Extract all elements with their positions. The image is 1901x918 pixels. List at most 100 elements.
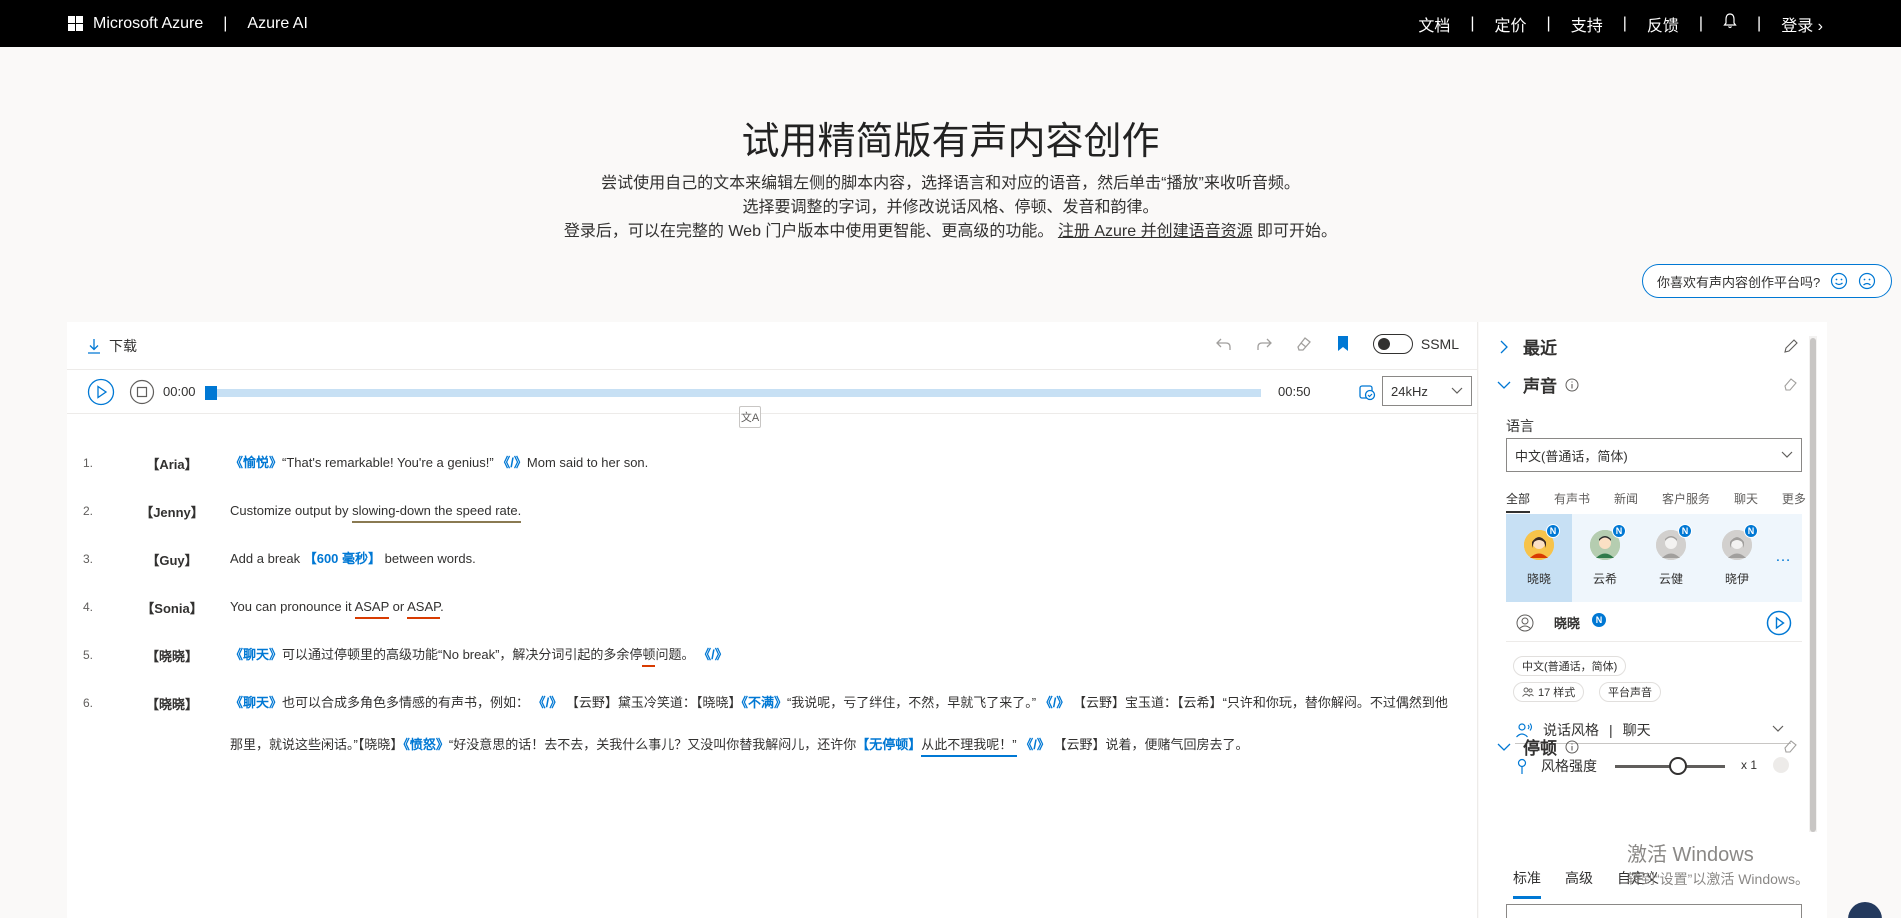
play-icon[interactable] [87,378,115,406]
nav-separator: | [1470,14,1475,32]
speaker-tag[interactable]: 【云野】 [566,695,618,710]
nav-docs[interactable]: 文档 [1412,12,1456,36]
tab-standard[interactable]: 标准 [1513,868,1541,899]
confirm-icon[interactable] [1773,757,1789,773]
voice-card[interactable]: N 云希 [1572,514,1638,602]
pronunciation-marked-text[interactable]: ASAP [407,599,441,619]
undo-icon[interactable] [1215,335,1233,353]
line-speaker[interactable]: 【Aria】 [127,454,217,473]
more-voices-button[interactable]: … [1775,548,1792,566]
tab-customer-service[interactable]: 客户服务 [1662,490,1710,513]
nav-support[interactable]: 支持 [1565,12,1609,36]
line-text[interactable]: Add a break 【600 毫秒】 between words. [230,538,1460,580]
pause-section-header[interactable]: 停顿 [1497,734,1579,759]
styles-chip[interactable]: 17 样式 [1513,682,1585,702]
line-number: 2. [83,504,94,518]
line-speaker[interactable]: 【Guy】 [127,550,217,569]
line-text[interactable]: 《聊天》可以通过停顿里的高级功能“No break”，解决分词引起的多余停顿问题… [230,634,1460,676]
feedback-question: 你喜欢有声内容创作平台吗? [1657,274,1821,290]
end-tag[interactable]: 《/》 [1040,695,1070,710]
tab-chat[interactable]: 聊天 [1734,490,1758,513]
avatar: N [1524,524,1560,560]
translate-icon[interactable]: 文A [739,406,761,428]
page-description: 尝试使用自己的文本来编辑左侧的脚本内容，选择语言和对应的语音，然后单击“播放”来… [0,172,1901,244]
register-azure-link[interactable]: 注册 Azure 并创建语音资源 [1058,223,1253,240]
speaker-tag[interactable]: 【晓晓】 [358,737,404,752]
speaker-tag[interactable]: 【云野】 [1053,737,1105,752]
login-link[interactable]: 登录 › [1775,12,1829,36]
line-speaker[interactable]: 【Jenny】 [127,502,217,521]
description-line-3: 登录后，可以在完整的 Web 门户版本中使用更智能、更高级的功能。 注册 Azu… [0,220,1901,244]
new-badge: N [1546,524,1560,538]
stop-icon[interactable] [129,379,155,405]
strength-slider-handle[interactable] [1669,757,1687,775]
info-icon[interactable] [1565,378,1579,392]
smile-icon[interactable] [1830,272,1848,290]
tab-audiobook[interactable]: 有声书 [1554,490,1590,513]
end-tag[interactable]: 《/》 [698,647,728,662]
end-tag[interactable]: 《/》 [533,695,563,710]
line-text[interactable]: You can pronounce it ASAP or ASAP. [230,586,1460,628]
line-speaker[interactable]: 【晓晓】 [127,694,217,713]
no-break-tag[interactable]: 【无停顿】 [856,737,921,752]
text-segment: Add a break [230,551,304,566]
speaker-tag[interactable]: 【云希】 [1177,695,1223,710]
play-icon[interactable] [1766,610,1792,636]
ssml-toggle[interactable] [1372,334,1413,354]
style-tag[interactable]: 《愉悦》 [230,455,282,470]
break-tag[interactable]: 【600 毫秒】 [304,551,381,566]
line-text[interactable]: 《聊天》也可以合成多角色多情感的有声书，例如： 《/》 【云野】黛玉冷笑道：【晓… [230,682,1460,766]
pause-input[interactable] [1506,904,1802,918]
line-speaker[interactable]: 【晓晓】 [127,646,217,665]
pencil-icon[interactable] [1783,338,1799,354]
panel-scrollbar-thumb[interactable] [1810,338,1816,832]
tab-more[interactable]: 更多 [1782,490,1806,513]
voice-section-header[interactable]: 声音 [1497,372,1579,397]
tab-news[interactable]: 新闻 [1614,490,1638,513]
language-select[interactable]: 中文(普通话，简体) [1506,438,1802,472]
tab-all[interactable]: 全部 [1506,490,1531,513]
eraser-icon[interactable] [1295,335,1313,353]
style-tag[interactable]: 《不满》 [741,695,787,710]
recent-title: 最近 [1523,339,1557,358]
chat-assistant-button[interactable] [1848,902,1882,918]
redo-icon[interactable] [1255,335,1273,353]
language-value: 中文(普通话，简体) [1515,448,1628,464]
end-tag[interactable]: 《/》 [1020,737,1050,752]
recent-section-header[interactable]: 最近 [1497,334,1557,359]
style-tag[interactable]: 《愤怒》 [403,737,449,752]
download-button[interactable]: 下载 [87,336,137,356]
style-tag[interactable]: 《聊天》 [230,647,282,662]
rate-marked-text[interactable]: slowing-down the speed rate. [352,503,522,523]
brand[interactable]: Microsoft Azure | Azure AI [68,0,308,47]
sample-rate-select[interactable]: 24kHz [1382,376,1472,406]
voice-card[interactable]: N 晓伊 [1704,514,1770,602]
style-tag[interactable]: 《聊天》 [230,695,282,710]
pronunciation-marked-text[interactable]: 顿 [642,647,656,667]
end-tag[interactable]: 《/》 [497,455,527,470]
copy-audio-icon[interactable] [1357,382,1377,402]
eraser-icon[interactable] [1783,738,1799,754]
progress-handle[interactable] [205,386,217,400]
audio-player: 00:00 00:50 24kHz [67,370,1477,414]
voice-card[interactable]: N 云健 [1638,514,1704,602]
pronunciation-marked-text[interactable]: ASAP [354,599,390,619]
nav-feedback[interactable]: 反馈 [1641,12,1685,36]
bell-icon[interactable] [1717,13,1743,34]
info-icon[interactable] [1565,740,1579,754]
eraser-icon[interactable] [1783,376,1799,392]
ssml-label: SSML [1420,336,1459,352]
editor-tools: SSML [1215,334,1459,354]
line-text[interactable]: Customize output by slowing-down the spe… [230,490,1460,532]
line-text[interactable]: 《愉悦》“That's remarkable! You're a genius!… [230,442,1460,484]
tab-advanced[interactable]: 高级 [1565,868,1593,899]
marked-text[interactable]: 从此不理我呢！” [921,737,1017,757]
line-speaker[interactable]: 【Sonia】 [127,598,217,617]
frown-icon[interactable] [1858,272,1876,290]
bookmark-icon[interactable] [1335,335,1351,353]
speaker-tag[interactable]: 【云野】 [1073,695,1125,710]
speaker-tag[interactable]: 【晓晓】 [696,695,742,710]
voice-card[interactable]: N 晓晓 [1506,514,1572,602]
progress-bar[interactable] [205,386,1261,400]
nav-pricing[interactable]: 定价 [1489,12,1533,36]
